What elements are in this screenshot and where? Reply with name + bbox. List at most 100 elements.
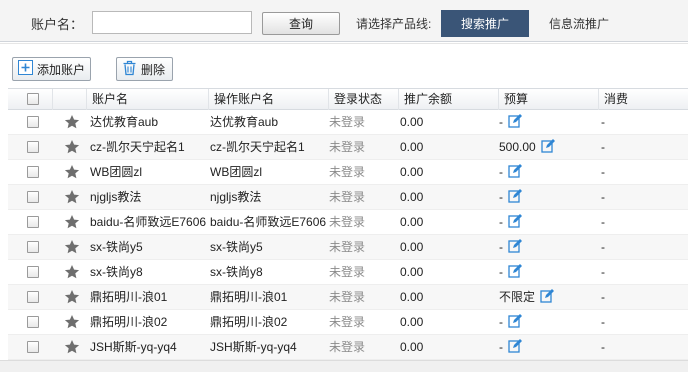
account-name-cell: 鼎拓明川-浪01 [90,290,168,304]
login-status-cell: 未登录 [329,190,366,204]
row-checkbox[interactable] [27,241,39,253]
query-button[interactable]: 查询 [262,12,340,35]
column-header-status[interactable]: 登录状态 [328,89,398,110]
horizontal-scrollbar[interactable] [0,360,688,372]
table-row[interactable]: WB团圆zl WB团圆zl 未登录 0.00 - - [8,160,688,185]
edit-icon[interactable] [508,339,522,353]
balance-cell: 0.00 [400,315,424,329]
row-checkbox[interactable] [27,216,39,228]
operator-name-cell: cz-凯尔天宁起名1 [210,140,305,154]
table-row[interactable]: baidu-名师致远E7606 baidu-名师致远E7606 未登录 0.00… [8,210,688,235]
row-checkbox[interactable] [27,191,39,203]
account-name-cell: JSH斯斯-yq-yq4 [90,340,177,354]
budget-value: - [499,215,503,229]
row-checkbox[interactable] [27,116,39,128]
account-name-cell: sx-铁尚y5 [90,240,143,254]
budget-value: - [499,265,503,279]
column-header-balance[interactable]: 推广余额 [398,89,498,110]
budget-value: - [499,315,503,329]
row-checkbox[interactable] [27,266,39,278]
budget-cell: - [499,210,597,235]
account-name-cell: WB团圆zl [90,165,142,179]
spend-cell: - [601,315,605,329]
table-row[interactable]: sx-铁尚y5 sx-铁尚y5 未登录 0.00 - - [8,235,688,260]
budget-cell: - [499,110,597,135]
budget-value: - [499,340,503,354]
column-header-spend[interactable]: 消费 [598,89,688,110]
budget-value: - [499,240,503,254]
edit-icon[interactable] [508,164,522,178]
row-checkbox[interactable] [27,341,39,353]
star-icon[interactable] [64,239,80,255]
table-row[interactable]: njgljs教法 njgljs教法 未登录 0.00 - - [8,185,688,210]
column-header-operator[interactable]: 操作账户名 [208,89,328,110]
column-header-budget[interactable]: 预算 [498,89,598,110]
star-icon[interactable] [64,189,80,205]
row-checkbox[interactable] [27,166,39,178]
edit-icon[interactable] [508,239,522,253]
spend-cell: - [601,140,605,154]
operator-name-cell: WB团圆zl [210,165,262,179]
login-status-cell: 未登录 [329,215,366,229]
balance-cell: 0.00 [400,215,424,229]
operator-name-cell: baidu-名师致远E7606 [210,215,327,229]
spend-cell: - [601,340,605,354]
account-name-cell: cz-凯尔天宁起名1 [90,140,185,154]
product-line-label: 请选择产品线: [356,17,432,31]
login-status-cell: 未登录 [329,240,366,254]
star-icon[interactable] [64,314,80,330]
table-row[interactable]: JSH斯斯-yq-yq4 JSH斯斯-yq-yq4 未登录 0.00 - - [8,335,688,360]
budget-cell: - [499,335,597,360]
budget-value: - [499,190,503,204]
login-status-cell: 未登录 [329,315,366,329]
star-icon[interactable] [64,289,80,305]
operator-name-cell: sx-铁尚y5 [210,240,263,254]
budget-cell: - [499,160,597,185]
table-row[interactable]: cz-凯尔天宁起名1 cz-凯尔天宁起名1 未登录 0.00 500.00 - [8,135,688,160]
row-checkbox[interactable] [27,316,39,328]
edit-icon[interactable] [508,189,522,203]
add-account-button[interactable]: 添加账户 [12,57,91,81]
login-status-cell: 未登录 [329,140,366,154]
balance-cell: 0.00 [400,265,424,279]
table-row[interactable]: 达优教育aub 达优教育aub 未登录 0.00 - - [8,110,688,135]
balance-cell: 0.00 [400,140,424,154]
account-search-input[interactable] [92,11,252,34]
row-checkbox[interactable] [27,141,39,153]
budget-value: - [499,165,503,179]
star-icon[interactable] [64,139,80,155]
delete-button[interactable]: 删除 [116,57,173,81]
table-row[interactable]: 鼎拓明川-浪01 鼎拓明川-浪01 未登录 0.00 不限定 - [8,285,688,310]
spend-cell: - [601,115,605,129]
select-all-checkbox[interactable] [27,93,39,105]
budget-cell: - [499,260,597,285]
edit-icon[interactable] [508,314,522,328]
edit-icon[interactable] [541,139,555,153]
edit-icon[interactable] [508,214,522,228]
edit-icon[interactable] [508,264,522,278]
table-row[interactable]: 鼎拓明川-浪02 鼎拓明川-浪02 未登录 0.00 - - [8,310,688,335]
star-column-header [52,89,60,110]
tab-search-promotion[interactable]: 搜索推广 [441,10,529,37]
table-row[interactable]: sx-铁尚y8 sx-铁尚y8 未登录 0.00 - - [8,260,688,285]
balance-cell: 0.00 [400,290,424,304]
star-icon[interactable] [64,264,80,280]
column-header-account[interactable]: 账户名 [86,89,208,110]
star-icon[interactable] [64,164,80,180]
account-table: 账户名 操作账户名 登录状态 推广余额 预算 消费 达优教育aub 达优教育au… [8,88,688,360]
account-name-cell: njgljs教法 [90,190,142,204]
budget-cell: 500.00 [499,135,597,160]
spend-cell: - [601,190,605,204]
operator-name-cell: 鼎拓明川-浪01 [210,290,288,304]
budget-value: 不限定 [499,290,536,304]
edit-icon[interactable] [540,289,555,303]
tab-feed-promotion[interactable]: 信息流推广 [549,15,609,32]
star-icon[interactable] [64,339,80,355]
balance-cell: 0.00 [400,165,424,179]
edit-icon[interactable] [508,114,522,128]
star-icon[interactable] [64,114,80,130]
balance-cell: 0.00 [400,190,424,204]
star-icon[interactable] [64,214,80,230]
budget-value: 500.00 [499,140,536,154]
row-checkbox[interactable] [27,291,39,303]
